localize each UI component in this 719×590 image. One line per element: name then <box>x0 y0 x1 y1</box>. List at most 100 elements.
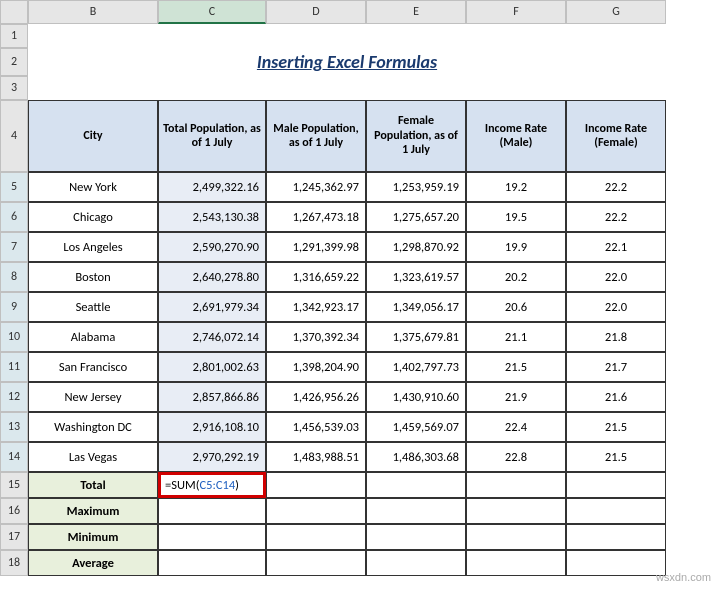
row-header-11[interactable]: 11 <box>0 352 28 382</box>
cell-total[interactable]: 2,970,292.19 <box>158 442 266 472</box>
cell-city[interactable]: Las Vegas <box>28 442 158 472</box>
empty-summary-cell[interactable] <box>366 498 466 524</box>
empty-summary-cell[interactable] <box>158 498 266 524</box>
cell-total[interactable]: 2,691,979.34 <box>158 292 266 322</box>
row-header-17[interactable]: 17 <box>0 524 28 550</box>
col-header-C[interactable]: C <box>158 0 266 24</box>
cell-female[interactable]: 1,375,679.81 <box>366 322 466 352</box>
cell-male[interactable]: 1,398,204.90 <box>266 352 366 382</box>
cell-male[interactable]: 1,370,392.34 <box>266 322 366 352</box>
cell-total[interactable]: 2,857,866.86 <box>158 382 266 412</box>
cell-female[interactable]: 1,349,056.17 <box>366 292 466 322</box>
cell-total[interactable]: 2,801,002.63 <box>158 352 266 382</box>
row-header-13[interactable]: 13 <box>0 412 28 442</box>
row-header-18[interactable]: 18 <box>0 550 28 576</box>
cell-total[interactable]: 2,746,072.14 <box>158 322 266 352</box>
empty-summary-cell[interactable] <box>466 472 566 498</box>
cell-incmale[interactable]: 22.4 <box>466 412 566 442</box>
cell-male[interactable]: 1,291,399.98 <box>266 232 366 262</box>
empty-cell[interactable] <box>366 24 466 48</box>
row-header-4[interactable]: 4 <box>0 100 28 172</box>
empty-summary-cell[interactable] <box>566 472 666 498</box>
cell-male[interactable]: 1,456,539.03 <box>266 412 366 442</box>
empty-summary-cell[interactable] <box>266 550 366 576</box>
empty-cell[interactable] <box>158 76 266 100</box>
cell-male[interactable]: 1,267,473.18 <box>266 202 366 232</box>
cell-incfemale[interactable]: 21.5 <box>566 442 666 472</box>
cell-total[interactable]: 2,640,278.80 <box>158 262 266 292</box>
cell-city[interactable]: Alabama <box>28 322 158 352</box>
empty-summary-cell[interactable] <box>466 498 566 524</box>
row-header-9[interactable]: 9 <box>0 292 28 322</box>
row-header-5[interactable]: 5 <box>0 172 28 202</box>
row-header-15[interactable]: 15 <box>0 472 28 498</box>
cell-city[interactable]: Washington DC <box>28 412 158 442</box>
cell-incmale[interactable]: 20.6 <box>466 292 566 322</box>
empty-summary-cell[interactable] <box>466 550 566 576</box>
col-header-B[interactable]: B <box>28 0 158 24</box>
col-header-F[interactable]: F <box>466 0 566 24</box>
cell-city[interactable]: Seattle <box>28 292 158 322</box>
cell-male[interactable]: 1,426,956.26 <box>266 382 366 412</box>
cell-female[interactable]: 1,275,657.20 <box>366 202 466 232</box>
cell-female[interactable]: 1,459,569.07 <box>366 412 466 442</box>
cell-female[interactable]: 1,253,959.19 <box>366 172 466 202</box>
cell-incfemale[interactable]: 22.0 <box>566 262 666 292</box>
col-header-G[interactable]: G <box>566 0 666 24</box>
empty-summary-cell[interactable] <box>566 524 666 550</box>
cell-incfemale[interactable]: 21.8 <box>566 322 666 352</box>
row-header-16[interactable]: 16 <box>0 498 28 524</box>
empty-cell[interactable] <box>28 76 158 100</box>
empty-summary-cell[interactable] <box>266 524 366 550</box>
cell-incfemale[interactable]: 22.2 <box>566 202 666 232</box>
cell-incfemale[interactable]: 22.0 <box>566 292 666 322</box>
col-header-E[interactable]: E <box>366 0 466 24</box>
row-header-12[interactable]: 12 <box>0 382 28 412</box>
row-header-6[interactable]: 6 <box>0 202 28 232</box>
empty-cell[interactable] <box>466 76 566 100</box>
row-header-8[interactable]: 8 <box>0 262 28 292</box>
select-all-corner[interactable] <box>0 0 28 24</box>
cell-city[interactable]: San Francisco <box>28 352 158 382</box>
empty-summary-cell[interactable] <box>566 550 666 576</box>
cell-total[interactable]: 2,543,130.38 <box>158 202 266 232</box>
cell-male[interactable]: 1,483,988.51 <box>266 442 366 472</box>
cell-incmale[interactable]: 21.1 <box>466 322 566 352</box>
cell-total[interactable]: 2,499,322.16 <box>158 172 266 202</box>
cell-incmale[interactable]: 21.5 <box>466 352 566 382</box>
empty-cell[interactable] <box>158 24 266 48</box>
cell-incmale[interactable]: 20.2 <box>466 262 566 292</box>
cell-incfemale[interactable]: 21.7 <box>566 352 666 382</box>
empty-summary-cell[interactable] <box>366 524 466 550</box>
row-header-3[interactable]: 3 <box>0 76 28 100</box>
empty-summary-cell[interactable] <box>566 498 666 524</box>
cell-incmale[interactable]: 19.5 <box>466 202 566 232</box>
empty-summary-cell[interactable] <box>366 472 466 498</box>
cell-female[interactable]: 1,430,910.60 <box>366 382 466 412</box>
empty-cell[interactable] <box>28 24 158 48</box>
cell-male[interactable]: 1,245,362.97 <box>266 172 366 202</box>
empty-summary-cell[interactable] <box>158 524 266 550</box>
cell-incmale[interactable]: 19.9 <box>466 232 566 262</box>
cell-city[interactable]: New Jersey <box>28 382 158 412</box>
cell-female[interactable]: 1,402,797.73 <box>366 352 466 382</box>
cell-city[interactable]: New York <box>28 172 158 202</box>
empty-cell[interactable] <box>566 76 666 100</box>
cell-incmale[interactable]: 22.8 <box>466 442 566 472</box>
empty-cell[interactable] <box>466 24 566 48</box>
empty-cell[interactable] <box>266 76 366 100</box>
cell-city[interactable]: Los Angeles <box>28 232 158 262</box>
cell-incfemale[interactable]: 21.6 <box>566 382 666 412</box>
col-header-D[interactable]: D <box>266 0 366 24</box>
row-header-7[interactable]: 7 <box>0 232 28 262</box>
row-header-10[interactable]: 10 <box>0 322 28 352</box>
cell-incfemale[interactable]: 22.1 <box>566 232 666 262</box>
cell-total[interactable]: 2,590,270.90 <box>158 232 266 262</box>
empty-summary-cell[interactable] <box>266 472 366 498</box>
row-header-2[interactable]: 2 <box>0 48 28 76</box>
empty-summary-cell[interactable] <box>266 498 366 524</box>
cell-city[interactable]: Chicago <box>28 202 158 232</box>
cell-incmale[interactable]: 21.9 <box>466 382 566 412</box>
cell-city[interactable]: Boston <box>28 262 158 292</box>
cell-female[interactable]: 1,298,870.92 <box>366 232 466 262</box>
